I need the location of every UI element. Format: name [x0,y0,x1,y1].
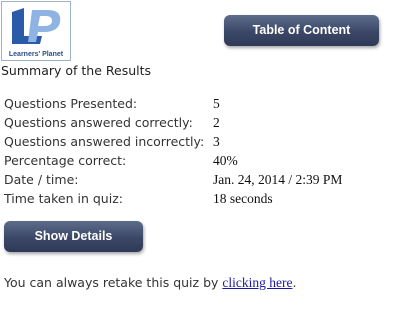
result-value: 40% [213,153,238,168]
result-value: 5 [213,96,220,111]
summary-heading: Summary of the Results [1,63,152,78]
retake-link[interactable]: clicking here [222,275,292,290]
result-label: Time taken in quiz: [4,191,123,206]
result-label: Percentage correct: [4,153,127,168]
result-label: Date / time: [4,172,79,187]
learners-planet-logo: Learners' Planet [1,1,71,61]
result-label: Questions answered correctly: [4,115,193,130]
result-value: 3 [213,134,220,149]
result-value: Jan. 24, 2014 / 2:39 PM [213,172,343,187]
retake-prefix: You can always retake this quiz by [4,275,223,290]
result-label: Questions answered incorrectly: [4,134,205,149]
result-value: 2 [213,115,220,130]
retake-suffix: . [292,275,297,290]
show-details-button[interactable]: Show Details [4,221,143,252]
result-label: Questions Presented: [4,96,138,111]
table-of-content-button[interactable]: Table of Content [224,15,379,46]
retake-message: You can always retake this quiz by click… [4,275,296,291]
result-value: 18 seconds [213,191,273,206]
logo-caption: Learners' Planet [8,51,64,58]
